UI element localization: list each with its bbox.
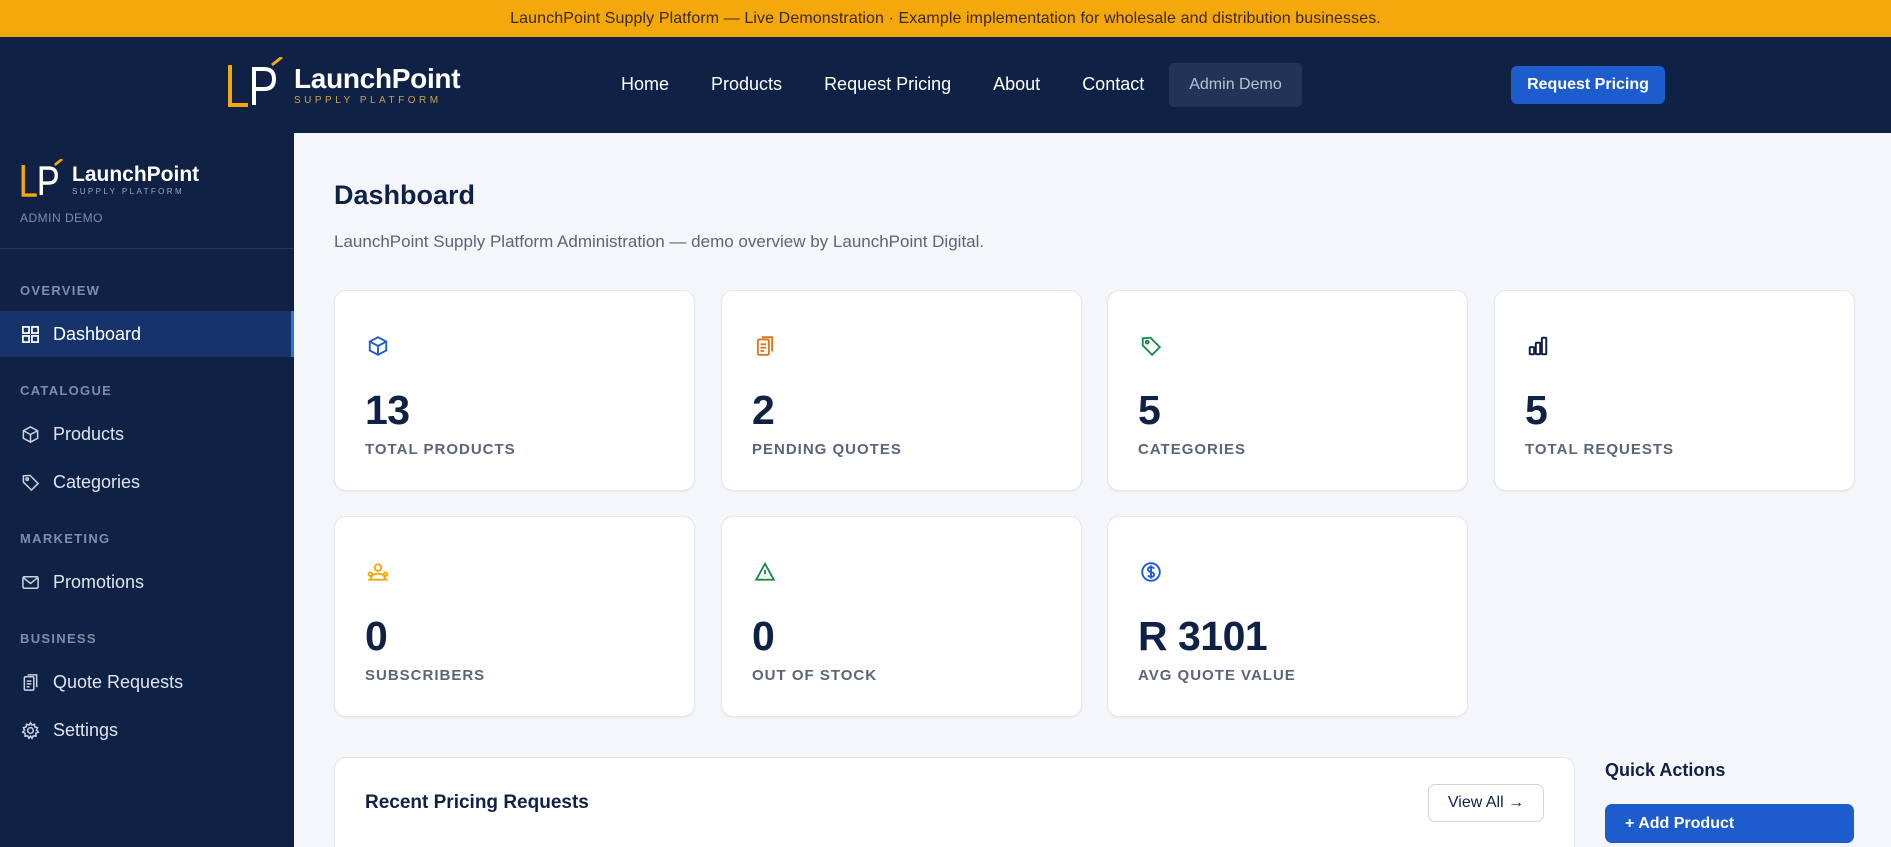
add-product-button[interactable]: + Add Product [1605,804,1854,843]
sidebar-item-label: Quote Requests [53,671,184,692]
quick-actions-title: Quick Actions [1605,760,1726,780]
nav-admin-demo[interactable]: Admin Demo [1169,62,1302,107]
box-icon [365,333,391,359]
view-all-button[interactable]: View All → [1428,784,1544,822]
stat-label: AVG QUOTE VALUE [1138,667,1296,684]
nav-products[interactable]: Products [690,62,803,107]
tag-icon [20,472,40,492]
sidebar-item-products[interactable]: Products [0,411,294,457]
stat-card-total-products[interactable]: 13 TOTAL PRODUCTS [334,290,695,491]
header-logo[interactable]: LaunchPoint SUPPLY PLATFORM [226,57,461,113]
users-icon [365,559,391,585]
sidebar-logo-mark-icon [21,159,64,197]
mail-icon [20,572,40,592]
stat-card-pending-quotes[interactable]: 2 PENDING QUOTES [721,290,1082,491]
stat-label: TOTAL PRODUCTS [365,441,516,458]
sidebar-divider [0,248,294,249]
nav-contact[interactable]: Contact [1061,62,1165,107]
stat-value: 13 [365,387,410,433]
gear-icon [20,720,40,740]
stat-card-out-of-stock[interactable]: 0 OUT OF STOCK [721,516,1082,717]
warning-icon [752,559,778,585]
sidebar-brand-name: LaunchPoint [72,163,200,186]
sidebar-item-label: Products [53,423,125,444]
nav-request-pricing[interactable]: Request Pricing [803,62,972,107]
sidebar-item-label: Promotions [53,571,145,592]
sidebar-brand[interactable]: LaunchPoint SUPPLY PLATFORM [20,159,199,201]
stat-label: OUT OF STOCK [752,667,878,684]
section-marketing: MARKETING [20,531,111,546]
stat-value: 5 [1138,387,1161,433]
page-title: Dashboard [334,180,476,210]
stat-label: PENDING QUOTES [752,441,902,458]
clipboard-icon [20,672,40,692]
stat-card-subscribers[interactable]: 0 SUBSCRIBERS [334,516,695,717]
sidebar-item-label: Categories [53,471,141,492]
logo-name: LaunchPoint [294,62,461,94]
admin-sidebar: LaunchPoint SUPPLY PLATFORM ADMIN DEMO O… [0,133,294,847]
recent-requests-panel: Recent Pricing Requests View All → [334,757,1575,847]
demo-banner: LaunchPoint Supply Platform — Live Demon… [0,0,1891,37]
dollar-icon [1138,559,1164,585]
stat-value: 0 [752,613,775,659]
stat-card-total-requests[interactable]: 5 TOTAL REQUESTS [1494,290,1855,491]
logo-mark-icon [228,57,283,107]
request-pricing-button[interactable]: Request Pricing [1511,66,1665,104]
sidebar-item-label: Dashboard [53,323,142,344]
nav-home[interactable]: Home [600,62,690,107]
demo-banner-text: LaunchPoint Supply Platform — Live Demon… [510,9,1381,27]
sidebar-item-dashboard[interactable]: Dashboard [0,311,294,357]
stat-card-categories[interactable]: 5 CATEGORIES [1107,290,1468,491]
bar-chart-icon [1525,333,1551,359]
grid-icon [20,324,40,344]
stat-value: 5 [1525,387,1548,433]
section-business: BUSINESS [20,631,97,646]
sidebar-brand-tagline: SUPPLY PLATFORM [72,187,185,196]
stat-label: TOTAL REQUESTS [1525,441,1675,458]
page-subtitle: LaunchPoint Supply Platform Administrati… [334,232,985,251]
section-overview: OVERVIEW [20,283,101,298]
sidebar-item-promotions[interactable]: Promotions [0,559,294,605]
sidebar-item-quote-requests[interactable]: Quote Requests [0,659,294,705]
section-catalogue: CATALOGUE [20,383,113,398]
recent-requests-title: Recent Pricing Requests [365,792,589,813]
sidebar-item-categories[interactable]: Categories [0,459,294,505]
logo-tagline: SUPPLY PLATFORM [294,94,442,106]
nav-about[interactable]: About [972,62,1061,107]
box-icon [20,424,40,444]
stat-label: CATEGORIES [1138,441,1247,458]
stat-card-avg-quote-value[interactable]: R 3101 AVG QUOTE VALUE [1107,516,1468,717]
stat-value: 2 [752,387,775,433]
stat-value: R 3101 [1138,613,1268,659]
main-nav: Home Products Request Pricing About Cont… [600,62,1302,107]
clipboard-icon [752,333,778,359]
sidebar-role: ADMIN DEMO [20,211,103,225]
stat-value: 0 [365,613,388,659]
stat-label: SUBSCRIBERS [365,667,486,684]
site-header: LaunchPoint SUPPLY PLATFORM Home Product… [0,37,1891,133]
sidebar-item-label: Settings [53,719,119,740]
tag-icon [1138,333,1164,359]
sidebar-item-settings[interactable]: Settings [0,707,294,753]
